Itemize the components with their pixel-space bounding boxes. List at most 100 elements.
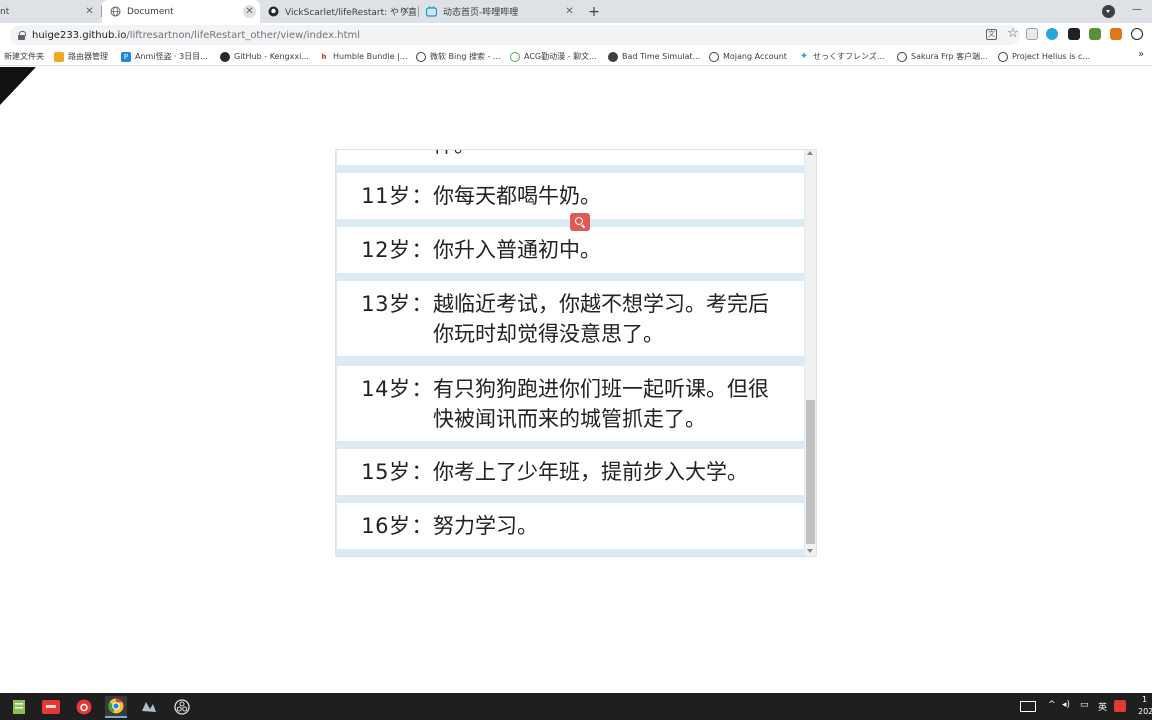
event-age: 15岁： <box>361 460 433 484</box>
humble-icon: h <box>321 52 327 61</box>
obs-icon[interactable] <box>171 696 193 718</box>
event-row: 14岁： 有只狗狗跑进你们班一起听课。但很快被闻讯而来的城管抓走了。 <box>337 366 804 441</box>
bookmark-label: ACG勤动漫 - 聊文... <box>524 52 597 61</box>
bookmark-item[interactable]: Mojang Account <box>709 49 787 64</box>
event-text: 努力学习。 <box>433 514 538 538</box>
bilibili-icon <box>426 6 437 17</box>
extension-icon[interactable] <box>1068 28 1080 40</box>
bookmark-label: 路由器管理 <box>68 52 108 61</box>
extension-icon[interactable] <box>1089 28 1101 40</box>
tab-title: nt <box>0 6 10 17</box>
network-icon[interactable]: ▭ <box>1080 700 1089 710</box>
event-text: 有只狗狗跑进你们班一起听课。但很快被闻讯而来的城管抓走了。 <box>433 377 769 431</box>
bookmark-label: せっくすフレンズ... <box>813 52 885 61</box>
clock-time[interactable]: 1 <box>1142 695 1147 704</box>
close-icon[interactable]: ✕ <box>83 5 96 18</box>
event-text: 你每天都喝牛奶。 <box>433 184 601 208</box>
bookmark-item[interactable]: 微软 Bing 搜索 - ... <box>416 49 501 64</box>
bookmark-label: GitHub - Kengxxi... <box>234 52 309 61</box>
globe-icon <box>897 51 907 62</box>
extension-icon[interactable] <box>1026 28 1038 40</box>
new-tab-button[interactable]: + <box>584 2 604 22</box>
bookmark-item[interactable]: ✦ せっくすフレンズ... <box>799 49 885 64</box>
event-row: 15岁： 你考上了少年班，提前步入大学。 <box>337 449 804 495</box>
scrollbar-thumb[interactable] <box>806 400 815 544</box>
extension-icon[interactable] <box>1046 28 1058 40</box>
event-list[interactable]: 件。 11岁： 你每天都喝牛奶。 12岁： 你升入普通初中。 13岁： 越临近考… <box>336 150 805 556</box>
bookmark-star-icon[interactable]: ☆ <box>1007 26 1019 41</box>
game-icon[interactable] <box>138 696 160 718</box>
globe-icon <box>416 51 426 62</box>
netease-music-icon[interactable] <box>73 696 95 718</box>
bookmark-item[interactable]: Bad Time Simulat... <box>608 49 700 64</box>
sogou-ime-icon[interactable] <box>1114 700 1126 712</box>
tab-title: VickScarlet/lifeRestart: やり直 <box>285 8 416 18</box>
minimize-button[interactable]: — <box>1132 4 1146 18</box>
browser-toolbar: huige233.github.io/liftresartnon/lifeRes… <box>0 23 1152 47</box>
event-text: 件。 <box>433 150 804 165</box>
event-text: 你考上了少年班，提前步入大学。 <box>433 460 748 484</box>
tab-separator <box>418 6 419 17</box>
bookmark-item[interactable]: Project Helius is c... <box>998 49 1090 64</box>
tab-previous[interactable]: nt ✕ <box>0 0 100 23</box>
tray-chevron-up-icon[interactable]: ^ <box>1048 700 1056 710</box>
bookmark-item[interactable]: h Humble Bundle |... <box>319 49 408 64</box>
url-host: huige233.github.io <box>32 29 127 41</box>
event-row: 16岁： 努力学习。 <box>337 503 804 549</box>
volume-icon[interactable]: ◂) <box>1062 700 1070 710</box>
acg-icon <box>510 51 520 62</box>
globe-icon <box>998 51 1008 62</box>
bookmark-label: Anmi怪盗 · 3日目... <box>135 52 208 61</box>
extension-icon[interactable] <box>1131 28 1143 40</box>
globe-icon <box>709 51 719 62</box>
bookmark-item[interactable]: Sakura Frp 客户端... <box>897 49 988 64</box>
tab-github[interactable]: VickScarlet/lifeRestart: やり直 ✕ <box>262 0 416 23</box>
scroll-up-arrow-icon[interactable] <box>807 151 813 155</box>
taskbar: ^ ◂) ▭ 英 1 202 <box>0 693 1152 720</box>
github-icon <box>268 6 279 17</box>
twitter-icon: ✦ <box>799 51 809 62</box>
bookmark-item[interactable]: ACG勤动漫 - 聊文... <box>510 49 597 64</box>
input-language-indicator[interactable]: 英 <box>1098 700 1107 713</box>
page-content: 件。 11岁： 你每天都喝牛奶。 12岁： 你升入普通初中。 13岁： 越临近考… <box>0 67 1152 693</box>
close-icon[interactable]: ✕ <box>243 5 256 18</box>
bookmarks-overflow-icon[interactable]: » <box>1138 49 1144 60</box>
lock-icon[interactable] <box>18 30 26 40</box>
event-age: 11岁： <box>361 184 433 208</box>
bookmark-label: Humble Bundle |... <box>333 52 408 61</box>
notepad-icon[interactable] <box>8 696 30 718</box>
event-text: 你升入普通初中。 <box>433 238 601 262</box>
globe-icon <box>110 6 121 17</box>
event-age: 14岁： <box>361 377 433 401</box>
event-row: 11岁： 你每天都喝牛奶。 <box>337 173 804 219</box>
skull-icon <box>608 51 618 62</box>
bookmark-item[interactable]: GitHub - Kengxxi... <box>220 49 309 64</box>
scroll-down-arrow-icon[interactable] <box>807 549 813 553</box>
bookmark-item[interactable]: 新建文件夹 <box>4 49 44 64</box>
event-row: 件。 <box>337 150 804 165</box>
life-event-panel: 件。 11岁： 你每天都喝牛奶。 12岁： 你升入普通初中。 13岁： 越临近考… <box>335 149 817 557</box>
tab-search-icon[interactable] <box>1102 5 1115 18</box>
ime-app-icon[interactable] <box>40 696 62 718</box>
tab-title: Document <box>127 6 174 17</box>
bookmark-label: Project Helius is c... <box>1012 52 1091 61</box>
tab-document[interactable]: Document ✕ <box>102 0 260 23</box>
bookmark-label: 新建文件夹 <box>4 52 44 61</box>
keyboard-icon[interactable] <box>1020 701 1036 712</box>
bookmark-item[interactable]: 路由器管理 <box>54 49 108 64</box>
close-icon[interactable]: ✕ <box>563 5 576 18</box>
chrome-icon[interactable] <box>105 696 127 718</box>
search-icon[interactable] <box>570 213 590 231</box>
event-age: 16岁： <box>361 514 433 538</box>
metamask-icon[interactable] <box>1110 28 1122 40</box>
translate-icon[interactable]: 文 <box>986 29 997 40</box>
scrollbar[interactable] <box>805 150 816 556</box>
bookmark-item[interactable]: P Anmi怪盗 · 3日目... <box>121 49 208 64</box>
tab-bilibili[interactable]: 动态首页-哔哩哔哩 ✕ <box>420 0 580 23</box>
close-icon[interactable]: ✕ <box>399 5 412 18</box>
address-bar[interactable]: huige233.github.io/liftresartnon/lifeRes… <box>10 25 1020 45</box>
bookmark-label: Sakura Frp 客户端... <box>911 52 988 61</box>
tab-title: 动态首页-哔哩哔哩 <box>443 8 519 18</box>
bookmark-label: Mojang Account <box>723 52 787 61</box>
clock-date[interactable]: 202 <box>1138 707 1152 716</box>
